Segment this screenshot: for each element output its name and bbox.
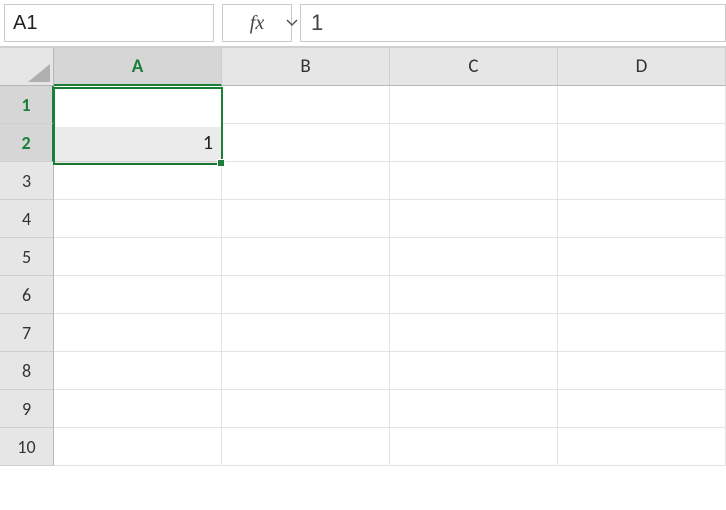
column-header-C[interactable]: C (390, 48, 558, 86)
row-header-7[interactable]: 7 (0, 314, 54, 352)
cell-A7[interactable] (54, 314, 222, 352)
cell-D5[interactable] (558, 238, 726, 276)
row-header-3[interactable]: 3 (0, 162, 54, 200)
cell-A8[interactable] (54, 352, 222, 390)
row-header-9[interactable]: 9 (0, 390, 54, 428)
cell-B9[interactable] (222, 390, 390, 428)
cell-B2[interactable] (222, 124, 390, 162)
cell-B4[interactable] (222, 200, 390, 238)
cell-B8[interactable] (222, 352, 390, 390)
column-header-D[interactable]: D (558, 48, 726, 86)
cell-C8[interactable] (390, 352, 558, 390)
cell-B6[interactable] (222, 276, 390, 314)
cell-A1[interactable]: 1 (54, 86, 222, 124)
cell-C1[interactable] (390, 86, 558, 124)
row-header-1[interactable]: 1 (0, 86, 54, 124)
cell-D9[interactable] (558, 390, 726, 428)
cell-B10[interactable] (222, 428, 390, 466)
row-header-10[interactable]: 10 (0, 428, 54, 466)
cell-C7[interactable] (390, 314, 558, 352)
cell-A6[interactable] (54, 276, 222, 314)
cell-B3[interactable] (222, 162, 390, 200)
formula-bar-input[interactable] (311, 10, 715, 36)
cell-C9[interactable] (390, 390, 558, 428)
cell-A4[interactable] (54, 200, 222, 238)
column-header-A[interactable]: A (54, 48, 222, 86)
cell-C4[interactable] (390, 200, 558, 238)
cell-A5[interactable] (54, 238, 222, 276)
row-header-2[interactable]: 2 (0, 124, 54, 162)
formula-bar-row: fx (0, 0, 726, 46)
cell-A10[interactable] (54, 428, 222, 466)
cell-C2[interactable] (390, 124, 558, 162)
cell-D2[interactable] (558, 124, 726, 162)
spreadsheet-grid[interactable]: A B C D 1 1 2 1 3 4 5 6 7 8 9 (0, 48, 726, 466)
column-header-B[interactable]: B (222, 48, 390, 86)
formula-bar[interactable] (300, 4, 726, 42)
select-all-corner[interactable] (0, 48, 54, 86)
cell-C10[interactable] (390, 428, 558, 466)
name-box[interactable] (4, 4, 214, 42)
cell-D6[interactable] (558, 276, 726, 314)
row-header-5[interactable]: 5 (0, 238, 54, 276)
cell-B5[interactable] (222, 238, 390, 276)
cell-B7[interactable] (222, 314, 390, 352)
cell-D1[interactable] (558, 86, 726, 124)
cell-D4[interactable] (558, 200, 726, 238)
cell-D7[interactable] (558, 314, 726, 352)
row-header-6[interactable]: 6 (0, 276, 54, 314)
cell-A3[interactable] (54, 162, 222, 200)
cell-A9[interactable] (54, 390, 222, 428)
name-box-input[interactable] (5, 8, 286, 39)
cell-C6[interactable] (390, 276, 558, 314)
cell-D10[interactable] (558, 428, 726, 466)
cell-D8[interactable] (558, 352, 726, 390)
cell-D3[interactable] (558, 162, 726, 200)
row-header-4[interactable]: 4 (0, 200, 54, 238)
cell-C5[interactable] (390, 238, 558, 276)
cell-C3[interactable] (390, 162, 558, 200)
cell-A2[interactable]: 1 (54, 124, 222, 162)
chevron-down-icon[interactable] (286, 17, 298, 29)
cell-B1[interactable] (222, 86, 390, 124)
row-header-8[interactable]: 8 (0, 352, 54, 390)
